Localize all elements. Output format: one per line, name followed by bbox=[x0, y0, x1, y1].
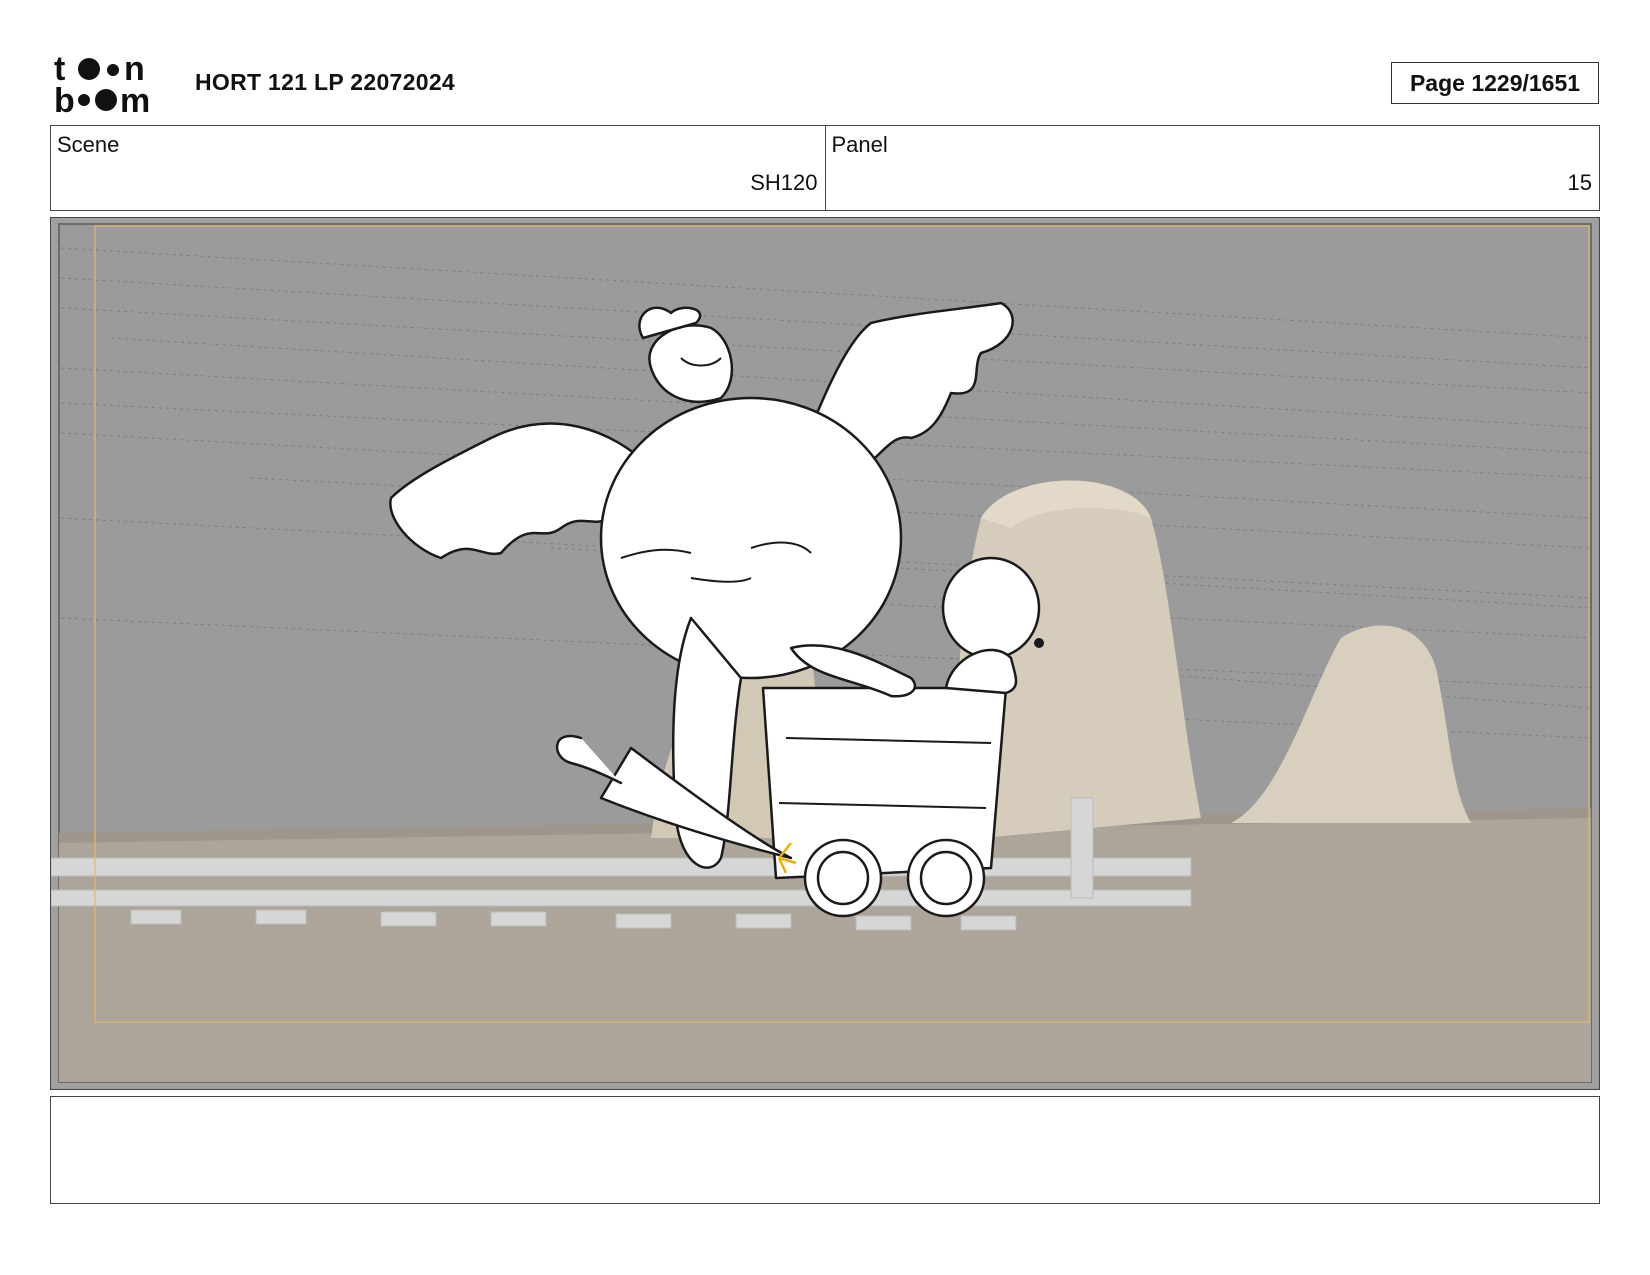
document-title: HORT 121 LP 22072024 bbox=[195, 69, 456, 95]
panel-value: 15 bbox=[1567, 170, 1592, 195]
scene-value: SH120 bbox=[750, 170, 818, 195]
scene-cell: Scene SH120 bbox=[51, 126, 825, 210]
panel-notes bbox=[50, 1096, 1600, 1204]
svg-text:m: m bbox=[120, 82, 150, 114]
panel-cell: Panel 15 bbox=[824, 126, 1600, 210]
scene-panel-info: Scene SH120 Panel 15 bbox=[50, 125, 1600, 211]
toon-boom-logo: t n b m bbox=[54, 50, 172, 120]
svg-text:b: b bbox=[54, 82, 75, 114]
scene-label: Scene bbox=[57, 132, 120, 157]
storyboard-panel-drawing bbox=[51, 218, 1598, 1088]
page-indicator: Page 1229/1651 bbox=[1391, 62, 1599, 104]
panel-label: Panel bbox=[831, 132, 888, 157]
storyboard-panel bbox=[50, 217, 1600, 1090]
